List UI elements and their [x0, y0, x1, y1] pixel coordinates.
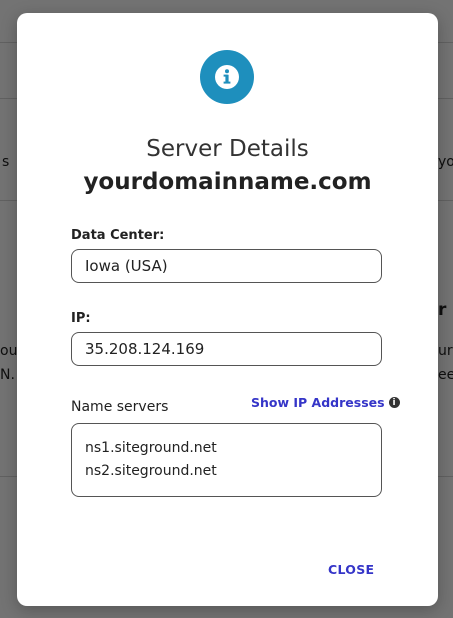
- ip-label: IP:: [71, 311, 91, 326]
- domain-name: yourdomainname.com: [83, 169, 372, 195]
- data-center-value: Iowa (USA): [85, 257, 168, 275]
- name-servers-field[interactable]: ns1.siteground.net ns2.siteground.net: [71, 423, 382, 497]
- data-center-label: Data Center:: [71, 228, 165, 243]
- close-button[interactable]: CLOSE: [328, 562, 374, 577]
- info-icon: [200, 50, 254, 104]
- name-server-item: ns1.siteground.net: [85, 440, 217, 456]
- ip-value: 35.208.124.169: [85, 340, 205, 358]
- show-ip-addresses-link[interactable]: Show IP Addresses i: [251, 395, 400, 410]
- info-icon[interactable]: i: [388, 397, 400, 408]
- ip-field[interactable]: 35.208.124.169: [71, 332, 382, 366]
- name-servers-label: Name servers: [71, 399, 169, 415]
- server-details-dialog: Server Details yourdomainname.com Data C…: [17, 13, 438, 606]
- dialog-title: Server Details: [146, 136, 309, 162]
- name-server-item: ns2.siteground.net: [85, 463, 217, 479]
- data-center-field[interactable]: Iowa (USA): [71, 249, 382, 283]
- show-ip-addresses-label: Show IP Addresses: [251, 395, 385, 410]
